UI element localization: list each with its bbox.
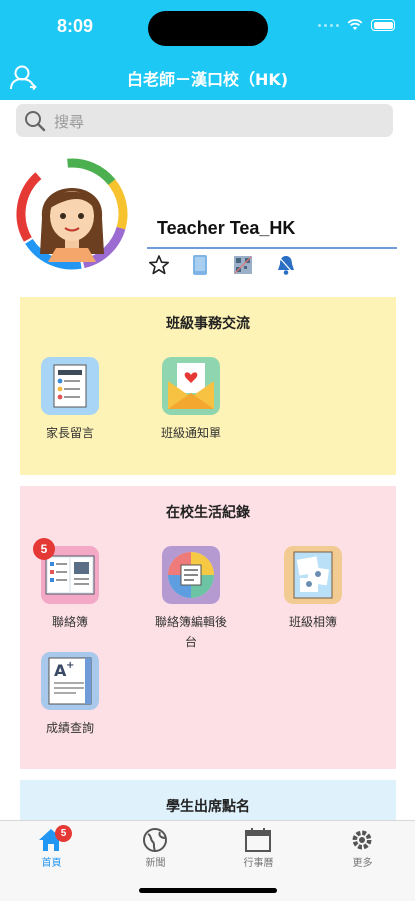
name-underline xyxy=(147,247,397,249)
tab-badge: 5 xyxy=(55,825,72,842)
section-title: 在校生活紀錄 xyxy=(166,505,250,521)
editor-dashboard-icon xyxy=(162,546,220,604)
teacher-name: Teacher Tea_HK xyxy=(157,218,296,238)
tile-label: 聯絡簿編輯後台 xyxy=(154,615,227,649)
tab-label: 首頁 xyxy=(41,858,62,869)
tile-label: 成績查詢 xyxy=(45,721,94,735)
search-input[interactable]: 搜尋 xyxy=(16,104,393,137)
svg-text:+: + xyxy=(66,660,74,671)
section-attendance: 學生出席點名 xyxy=(20,780,396,820)
bell-icon[interactable] xyxy=(276,254,296,276)
section-title: 學生出席點名 xyxy=(166,799,250,815)
search-bar: 搜尋 xyxy=(0,100,415,144)
qr-code-icon[interactable] xyxy=(232,254,254,276)
wifi-icon xyxy=(347,19,363,30)
gear-icon xyxy=(352,830,372,850)
tile-class-notice[interactable]: 班級通知單 xyxy=(141,357,241,457)
tab-label: 更多 xyxy=(352,858,373,869)
tile-parent-messages[interactable]: 家長留言 xyxy=(20,357,120,457)
calendar-icon xyxy=(245,828,271,852)
tab-home[interactable]: 5 首頁 xyxy=(0,821,103,881)
tab-more[interactable]: 更多 xyxy=(311,821,414,881)
tab-news[interactable]: 新聞 xyxy=(104,821,207,881)
star-icon[interactable] xyxy=(148,254,170,276)
tile-contact-book[interactable]: 5 聯絡簿 xyxy=(20,538,120,646)
globe-icon xyxy=(143,828,167,852)
section-title: 班級事務交流 xyxy=(166,316,250,332)
grade-report-icon: A + xyxy=(41,652,99,710)
app-header: 8:09 白老師－漢口校（HK) xyxy=(0,0,415,100)
tile-label: 班級通知單 xyxy=(160,426,221,440)
section-class-affairs: 班級事務交流 家長留言 班級通知單 xyxy=(20,297,396,475)
message-list-icon xyxy=(41,357,99,415)
tile-contact-book-editor[interactable]: 聯絡簿編輯後台 xyxy=(141,546,241,656)
page-title: 白老師－漢口校（HK) xyxy=(126,70,289,89)
dynamic-island xyxy=(148,11,268,46)
signal-icon xyxy=(318,23,339,27)
status-icons xyxy=(318,19,395,31)
envelope-heart-icon xyxy=(162,357,220,415)
teacher-avatar[interactable] xyxy=(16,158,128,270)
home-indicator xyxy=(139,888,277,893)
tab-label: 行事曆 xyxy=(243,858,274,869)
tile-label: 聯絡簿 xyxy=(51,615,88,629)
notification-badge: 5 xyxy=(33,538,55,560)
tile-class-album[interactable]: 班級相簿 xyxy=(263,546,363,646)
photo-album-icon xyxy=(284,546,342,604)
tile-label: 家長留言 xyxy=(45,426,94,440)
phone-icon[interactable] xyxy=(192,254,208,276)
search-icon xyxy=(25,111,46,132)
tile-label: 班級相簿 xyxy=(288,615,337,629)
search-placeholder: 搜尋 xyxy=(54,113,85,131)
section-school-life: 在校生活紀錄 5 聯絡簿 聯絡簿編輯後台 班級相簿 A + 成績查詢 xyxy=(20,486,396,769)
tab-calendar[interactable]: 行事曆 xyxy=(207,821,310,881)
battery-icon xyxy=(371,19,395,31)
home-content[interactable]: Teacher Tea_HK 班級事務交流 家長留言 班級通知單 在校生活紀錄 … xyxy=(0,144,415,820)
tab-label: 新聞 xyxy=(145,858,166,869)
status-time: 8:09 xyxy=(57,16,94,36)
tile-grades[interactable]: A + 成績查詢 xyxy=(20,652,120,752)
